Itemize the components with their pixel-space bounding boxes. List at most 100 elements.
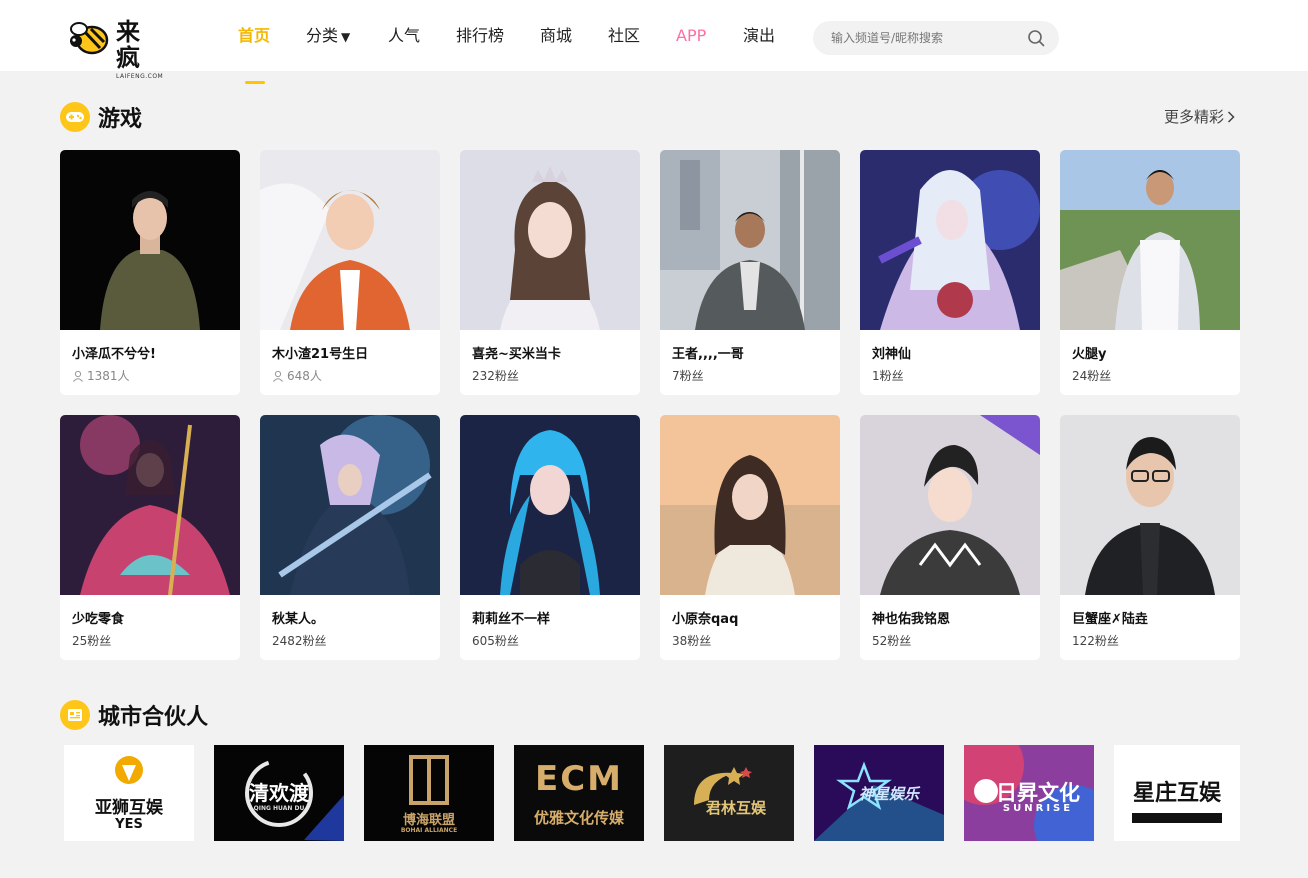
streamer-card[interactable]: 莉莉丝不一样 605粉丝 (460, 415, 640, 660)
streamer-name: 刘神仙 (872, 347, 912, 362)
streamer-name: 莉莉丝不一样 (472, 612, 551, 627)
partners-section-header: 城市合伙人 (60, 699, 208, 731)
more-link[interactable]: 更多精彩 (1164, 106, 1235, 127)
swoosh-star-emblem (694, 767, 752, 805)
partner-logo[interactable]: 清欢渡 QING HUAN DU (214, 745, 344, 841)
streamer-name: 秋某人。 (272, 612, 325, 627)
logo-domain: LAIFENG.COM (116, 73, 164, 80)
streamer-name: 巨蟹座✗陆垚 (1072, 612, 1148, 627)
streamer-card[interactable]: 木小渣21号生日 648人 (260, 150, 440, 395)
partner-logo[interactable]: 日昇文化 SUNRISE (964, 745, 1094, 841)
streamer-name: 王者,,,,一哥 (672, 347, 744, 362)
streamer-card[interactable]: 王者,,,,一哥 7粉丝 (660, 150, 840, 395)
partner-sub: SUNRISE (1002, 803, 1074, 814)
streamer-thumbnail (260, 150, 440, 330)
nav-popular[interactable]: 人气 (388, 24, 420, 48)
partner-icon (60, 700, 90, 730)
more-link-label: 更多精彩 (1164, 108, 1225, 126)
partner-name: 神星娱乐 (858, 785, 919, 803)
streamer-thumbnail (460, 415, 640, 595)
nav-community[interactable]: 社区 (608, 24, 640, 48)
streamer-thumbnail (660, 150, 840, 330)
caret-down-icon: ▼ (341, 30, 351, 44)
streamer-name: 小泽瓜不兮兮! (72, 347, 156, 362)
partner-name: 亚狮互娱 (95, 798, 163, 818)
bee-logo-icon (70, 22, 109, 55)
streamer-viewers: 648人 (272, 367, 322, 384)
partner-logo[interactable]: 君林互娱 (664, 745, 794, 841)
streamer-thumbnail (860, 415, 1040, 595)
partner-logo[interactable]: 博海联盟 BOHAI ALLIANCE (364, 745, 494, 841)
nav-mall[interactable]: 商城 (540, 24, 572, 48)
nav-category-label: 分类 (306, 26, 339, 45)
streamer-viewers: 1381人 (72, 367, 130, 384)
chevron-right-icon (1227, 110, 1235, 123)
streamer-fans: 38粉丝 (672, 634, 712, 648)
nav-ranking[interactable]: 排行榜 (456, 24, 504, 48)
partner-name: 君林互娱 (705, 799, 766, 817)
streamer-name: 木小渣21号生日 (272, 347, 369, 362)
streamer-card[interactable]: 巨蟹座✗陆垚 122粉丝 (1060, 415, 1240, 660)
streamer-thumbnail (460, 150, 640, 330)
nav-home[interactable]: 首页 (238, 24, 271, 84)
logo-name: 来疯 (116, 18, 141, 72)
streamer-card[interactable]: 少吃零食 25粉丝 (60, 415, 240, 660)
streamer-thumbnail (660, 415, 840, 595)
streamer-thumbnail (1060, 415, 1240, 595)
streamer-thumbnail (60, 150, 240, 330)
streamer-fans: 2482粉丝 (272, 634, 327, 648)
brush-stroke-decoration (1132, 813, 1222, 823)
streamer-fans: 1粉丝 (872, 369, 904, 383)
partner-name: 优雅文化传媒 (533, 809, 624, 827)
streamer-thumbnail (1060, 150, 1240, 330)
nav-shows[interactable]: 演出 (743, 24, 775, 48)
streamer-fans: 232粉丝 (472, 369, 519, 383)
streamer-card[interactable]: 小原奈qaq 38粉丝 (660, 415, 840, 660)
partner-sub: ECM (534, 759, 623, 799)
nav-active-underline (245, 81, 265, 84)
partner-name: 博海联盟 (402, 813, 455, 828)
partner-sub: YES (115, 817, 143, 832)
streamer-thumbnail (860, 150, 1040, 330)
streamer-name: 少吃零食 (72, 612, 125, 627)
nav-popular-label: 人气 (388, 26, 421, 45)
streamer-fans: 605粉丝 (472, 634, 519, 648)
streamer-card[interactable]: 秋某人。 2482粉丝 (260, 415, 440, 660)
partner-logo[interactable]: ECM 优雅文化传媒 (514, 745, 644, 841)
streamer-thumbnail (260, 415, 440, 595)
partner-sub: QING HUAN DU (253, 805, 305, 812)
streamer-card[interactable]: 火腿y 24粉丝 (1060, 150, 1240, 395)
nav-ranking-label: 排行榜 (456, 26, 505, 45)
games-section-header: 游戏 (60, 101, 142, 133)
streamer-name: 神也佑我铭恩 (872, 612, 951, 627)
streamer-fans: 122粉丝 (1072, 634, 1119, 648)
user-icon (73, 370, 83, 382)
search-input[interactable] (831, 28, 1021, 48)
streamer-fans: 24粉丝 (1072, 369, 1112, 383)
streamer-fans: 52粉丝 (872, 634, 912, 648)
gamepad-icon (60, 102, 90, 132)
viewer-count: 1381人 (87, 369, 130, 383)
streamer-fans: 7粉丝 (672, 369, 704, 383)
partner-logo[interactable]: 亚狮互娱 YES (64, 745, 194, 841)
search-icon[interactable] (1027, 29, 1045, 47)
nav-category[interactable]: 分类 ▼ (306, 24, 350, 49)
streamer-name: 火腿y (1072, 347, 1107, 362)
partners-section-title: 城市合伙人 (98, 705, 209, 730)
nav-home-label: 首页 (238, 26, 271, 45)
partner-name: 清欢渡 (249, 781, 309, 805)
streamer-card[interactable]: 神也佑我铭恩 52粉丝 (860, 415, 1040, 660)
streamer-card[interactable]: 刘神仙 1粉丝 (860, 150, 1040, 395)
streamer-fans: 25粉丝 (72, 634, 112, 648)
viewer-count: 648人 (287, 369, 322, 383)
streamer-card[interactable]: 小泽瓜不兮兮! 1381人 (60, 150, 240, 395)
nav-app[interactable]: APP (676, 24, 706, 48)
nav-mall-label: 商城 (540, 26, 573, 45)
streamer-card[interactable]: 喜尧~买米当卡 232粉丝 (460, 150, 640, 395)
streamer-thumbnail (60, 415, 240, 595)
partner-logo[interactable]: 星庄互娱 (1114, 745, 1240, 841)
partner-logo[interactable]: 神星娱乐 (814, 745, 944, 841)
site-logo[interactable]: 来疯 LAIFENG.COM (66, 14, 163, 80)
streamer-name: 喜尧~买米当卡 (472, 347, 561, 362)
nav-community-label: 社区 (608, 26, 641, 45)
